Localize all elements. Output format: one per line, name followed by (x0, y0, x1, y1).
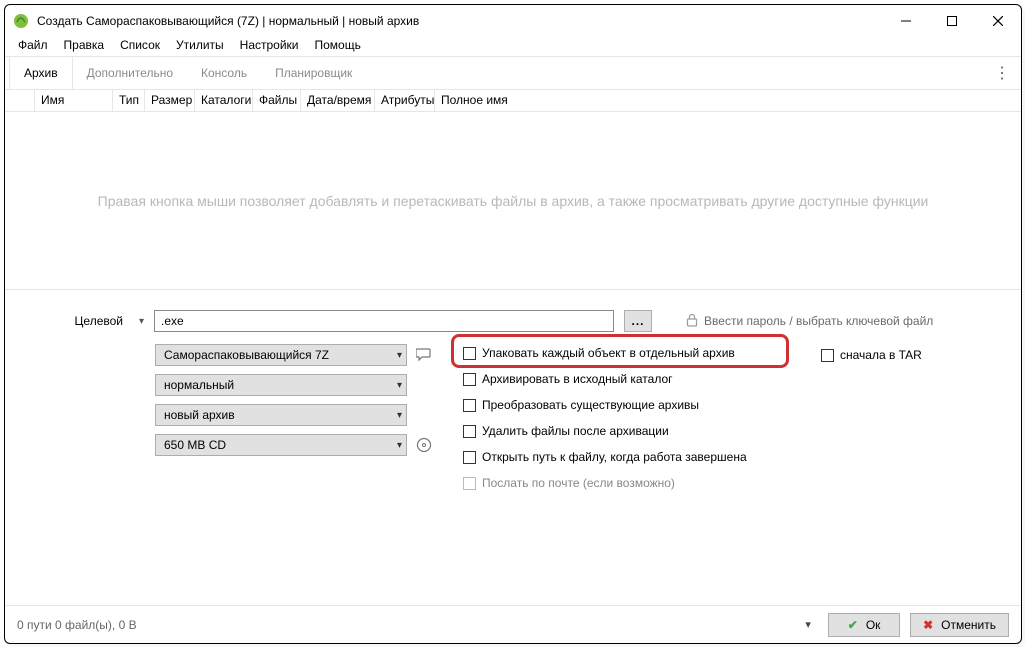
chevron-down-icon[interactable]: ▾ (139, 316, 144, 327)
minimize-button[interactable] (883, 5, 929, 36)
column-attrs[interactable]: Атрибуты (375, 90, 435, 111)
column-type[interactable]: Тип (113, 90, 145, 111)
options-panel: Целевой ▾ ... Ввести пароль / выбрать кл… (5, 290, 1021, 605)
column-checkbox[interactable] (5, 90, 35, 111)
column-headers: Имя Тип Размер Каталоги Файлы Дата/время… (5, 90, 1021, 112)
menu-bar: Файл Правка Список Утилиты Настройки Пом… (5, 36, 1021, 56)
checkbox-icon (463, 451, 476, 464)
check-tar-first[interactable]: сначала в TAR (821, 346, 1021, 364)
menu-help[interactable]: Помощь (308, 36, 368, 54)
disc-icon[interactable] (415, 436, 433, 454)
dropdown-column: Самораспаковывающийся 7Z▾ нормальный▾ но… (155, 344, 445, 456)
check-icon: ✔ (848, 618, 858, 632)
ok-button[interactable]: ✔ Ок (828, 613, 900, 637)
column-size[interactable]: Размер (145, 90, 195, 111)
app-icon (13, 13, 29, 29)
checkbox-icon (463, 373, 476, 386)
close-button[interactable] (975, 5, 1021, 36)
checkbox-icon (463, 425, 476, 438)
password-area[interactable]: Ввести пароль / выбрать ключевой файл (686, 313, 933, 330)
drop-hint-text: Правая кнопка мыши позволяет добавлять и… (98, 193, 929, 209)
volume-dropdown[interactable]: 650 MB CD▾ (155, 434, 407, 456)
window-title: Создать Самораспаковывающийся (7Z) | нор… (37, 14, 883, 28)
app-window: Создать Самораспаковывающийся (7Z) | нор… (4, 4, 1022, 644)
close-icon: ✖ (923, 618, 933, 632)
checkbox-icon (821, 349, 834, 362)
column-name[interactable]: Имя (35, 90, 113, 111)
checkbox-icon (463, 399, 476, 412)
checkbox-icon (463, 347, 476, 360)
bottom-bar: 0 пути 0 файл(ы), 0 B ▾ ✔ Ок ✖ Отменить (5, 605, 1021, 643)
check-delete-after[interactable]: Удалить файлы после архивации (463, 422, 803, 440)
target-input[interactable] (154, 310, 614, 332)
chevron-down-icon[interactable]: ▾ (798, 618, 818, 631)
format-dropdown[interactable]: Самораспаковывающийся 7Z▾ (155, 344, 407, 366)
title-bar: Создать Самораспаковывающийся (7Z) | нор… (5, 5, 1021, 36)
check-archive-source[interactable]: Архивировать в исходный каталог (463, 370, 803, 388)
tab-archive[interactable]: Архив (9, 57, 73, 89)
tab-console[interactable]: Консоль (187, 57, 261, 89)
check-open-path[interactable]: Открыть путь к файлу, когда работа завер… (463, 448, 803, 466)
menu-edit[interactable]: Правка (57, 36, 112, 54)
menu-utils[interactable]: Утилиты (169, 36, 231, 54)
mode-dropdown[interactable]: новый архив▾ (155, 404, 407, 426)
kebab-menu-icon[interactable]: ⋮ (987, 63, 1017, 83)
chevron-down-icon: ▾ (397, 380, 402, 391)
checkbox-icon (463, 477, 476, 490)
check-pack-each[interactable]: Упаковать каждый объект в отдельный архи… (463, 344, 803, 362)
status-text: 0 пути 0 файл(ы), 0 B (17, 618, 788, 632)
menu-list[interactable]: Список (113, 36, 167, 54)
maximize-button[interactable] (929, 5, 975, 36)
chevron-down-icon: ▾ (397, 350, 402, 361)
cancel-button[interactable]: ✖ Отменить (910, 613, 1009, 637)
column-fullname[interactable]: Полное имя (435, 90, 1021, 111)
chevron-down-icon: ▾ (397, 410, 402, 421)
drop-area[interactable]: Правая кнопка мыши позволяет добавлять и… (5, 112, 1021, 290)
column-datetime[interactable]: Дата/время (301, 90, 375, 111)
check-convert-existing[interactable]: Преобразовать существующие архивы (463, 396, 803, 414)
target-row: Целевой ▾ ... Ввести пароль / выбрать кл… (19, 310, 1007, 332)
speech-bubble-icon[interactable] (415, 346, 433, 364)
check-send-mail: Послать по почте (если возможно) (463, 474, 803, 492)
column-files[interactable]: Файлы (253, 90, 301, 111)
password-hint: Ввести пароль / выбрать ключевой файл (704, 314, 933, 328)
menu-settings[interactable]: Настройки (233, 36, 306, 54)
chevron-down-icon: ▾ (397, 440, 402, 451)
toolbar: Архив Дополнительно Консоль Планировщик … (5, 56, 1021, 90)
menu-file[interactable]: Файл (11, 36, 55, 54)
checks-column: Упаковать каждый объект в отдельный архи… (463, 344, 803, 492)
right-checks-column: сначала в TAR (821, 344, 1021, 364)
browse-button[interactable]: ... (624, 310, 652, 332)
lock-icon (686, 313, 698, 330)
tab-scheduler[interactable]: Планировщик (261, 57, 366, 89)
level-dropdown[interactable]: нормальный▾ (155, 374, 407, 396)
tab-advanced[interactable]: Дополнительно (73, 57, 187, 89)
column-folders[interactable]: Каталоги (195, 90, 253, 111)
target-label: Целевой (19, 314, 129, 328)
